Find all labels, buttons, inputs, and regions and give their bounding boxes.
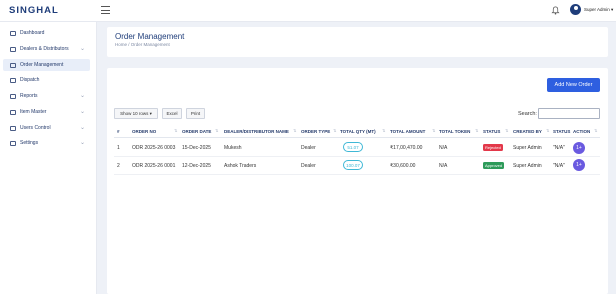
sort-icon[interactable]: ⇅ — [382, 128, 385, 133]
cell-total-token: N/A — [439, 145, 448, 151]
report-icon — [10, 94, 16, 99]
cell-dealer-name: Ashok Traders — [224, 163, 257, 169]
row-divider — [114, 174, 600, 175]
qty-badge: 100.07 — [343, 160, 363, 170]
status-badge: Rejected — [483, 144, 503, 151]
column-header-total-amount[interactable]: TOTAL AMOUNT — [390, 129, 425, 134]
cell-index: 1 — [117, 145, 120, 151]
sort-icon[interactable]: ⇅ — [215, 128, 218, 133]
search-input[interactable] — [538, 108, 600, 119]
sidebar-item-label: Item Master — [20, 109, 47, 115]
sort-icon[interactable]: ⇅ — [333, 128, 336, 133]
chevron-down-icon: ⌄ — [79, 140, 85, 146]
search-label: Search: — [518, 111, 537, 117]
sidebar-item-dashboard[interactable]: Dashboard — [3, 27, 90, 39]
chevron-down-icon: ⌄ — [79, 46, 85, 52]
sidebar-item-settings[interactable]: Settings ⌄ — [3, 137, 90, 149]
orders-card: Add New Order Show 10 rows ▾ Excel Print… — [107, 68, 608, 294]
cell-order-date: 15-Dec-2025 — [182, 145, 211, 151]
breadcrumb[interactable]: Home / Order Management — [115, 42, 170, 47]
sidebar-item-label: Order Management — [20, 62, 64, 68]
bell-icon[interactable] — [551, 6, 560, 15]
column-header-action[interactable]: ACTION — [573, 129, 590, 134]
sidebar-item-reports[interactable]: Reports ⌄ — [3, 90, 90, 102]
cell-total-amount: ₹30,600.00 — [390, 163, 416, 169]
sidebar-item-label: Dealers & Distributors — [20, 46, 69, 52]
sidebar-item-order-management[interactable]: Order Management — [3, 59, 90, 71]
column-header-created-by[interactable]: CREATED BY — [513, 129, 542, 134]
column-header-order-type[interactable]: ORDER TYPE — [301, 129, 330, 134]
sidebar-item-label: Dashboard — [20, 30, 45, 36]
sidebar-item-item-master[interactable]: Item Master ⌄ — [3, 106, 90, 118]
cell-created-by: Super Admin — [513, 163, 542, 169]
hamburger-menu-icon[interactable] — [101, 6, 110, 14]
add-new-order-button[interactable]: Add New Order — [547, 78, 600, 92]
sidebar-item-label: Reports — [20, 93, 38, 99]
chevron-down-icon: ⌄ — [79, 109, 85, 115]
cell-status-2: "N/A" — [553, 145, 565, 151]
sidebar: Dashboard Dealers & Distributors ⌄ Order… — [0, 22, 97, 294]
cart-icon — [10, 63, 16, 68]
sidebar-item-dispatch[interactable]: Dispatch — [3, 74, 90, 86]
print-button[interactable]: Print — [186, 108, 205, 119]
sort-icon[interactable]: ⇅ — [293, 128, 296, 133]
avatar[interactable] — [570, 4, 581, 15]
cell-index: 2 — [117, 163, 120, 169]
column-header-order-date[interactable]: ORDER DATE — [182, 129, 211, 134]
cell-dealer-name: Mukesh — [224, 145, 242, 151]
top-bar: SINGHAL Super Admin ▾ — [0, 0, 616, 22]
cell-order-no[interactable]: ODR 2025-26 0001 — [132, 163, 175, 169]
sort-icon[interactable]: ⇅ — [594, 128, 597, 133]
cell-status-2: "N/A" — [553, 163, 565, 169]
brand-logo[interactable]: SINGHAL — [9, 5, 59, 16]
sort-icon[interactable]: ⇅ — [546, 128, 549, 133]
column-header-status[interactable]: STATUS — [483, 129, 500, 134]
user-menu[interactable]: Super Admin ▾ — [584, 7, 613, 13]
dashboard-icon — [10, 31, 16, 36]
user-control-icon — [10, 126, 16, 131]
box-icon — [10, 110, 16, 115]
cell-order-type: Dealer — [301, 145, 316, 151]
row-action-button[interactable]: 1+ — [573, 159, 585, 171]
cell-total-amount: ₹17,00,470.00 — [390, 145, 423, 151]
sidebar-item-label: Users Control — [20, 125, 51, 131]
cell-created-by: Super Admin — [513, 145, 542, 151]
column-header-index[interactable]: # — [117, 129, 120, 134]
gear-icon — [10, 141, 16, 146]
table-header-divider — [114, 137, 600, 138]
cell-total-token: N/A — [439, 163, 448, 169]
sort-icon[interactable]: ⇅ — [174, 128, 177, 133]
truck-icon — [10, 78, 16, 83]
row-divider — [114, 156, 600, 157]
qty-badge: 51.07 — [343, 142, 363, 152]
excel-button[interactable]: Excel — [162, 108, 182, 119]
sort-icon[interactable]: ⇅ — [432, 128, 435, 133]
column-header-status-2[interactable]: STATUS — [553, 129, 570, 134]
users-icon — [10, 47, 16, 52]
page-title: Order Management — [115, 32, 185, 41]
sidebar-item-users-control[interactable]: Users Control ⌄ — [3, 122, 90, 134]
sort-icon[interactable]: ⇅ — [475, 128, 478, 133]
sort-icon[interactable]: ⇅ — [505, 128, 508, 133]
show-rows-select[interactable]: Show 10 rows ▾ — [114, 108, 158, 119]
sidebar-item-dealers-distributors[interactable]: Dealers & Distributors ⌄ — [3, 43, 90, 55]
page-header: Order Management Home / Order Management — [107, 27, 608, 57]
cell-order-no[interactable]: ODR 2025-26 0003 — [132, 145, 175, 151]
row-action-button[interactable]: 1+ — [573, 142, 585, 154]
chevron-down-icon: ⌄ — [79, 93, 85, 99]
column-header-total-qty[interactable]: TOTAL QTY (MT) — [340, 129, 376, 134]
column-header-dealer[interactable]: DEALER/DISTRIBUTOR NAME — [224, 129, 289, 134]
cell-order-date: 12-Dec-2025 — [182, 163, 211, 169]
sidebar-item-label: Settings — [20, 140, 39, 146]
column-header-total-token[interactable]: TOTAL TOKEN — [439, 129, 470, 134]
sidebar-item-label: Dispatch — [20, 77, 40, 83]
status-badge: Approved — [483, 162, 505, 169]
chevron-down-icon: ⌄ — [79, 125, 85, 131]
column-header-order-no[interactable]: ORDER NO — [132, 129, 156, 134]
cell-order-type: Dealer — [301, 163, 316, 169]
